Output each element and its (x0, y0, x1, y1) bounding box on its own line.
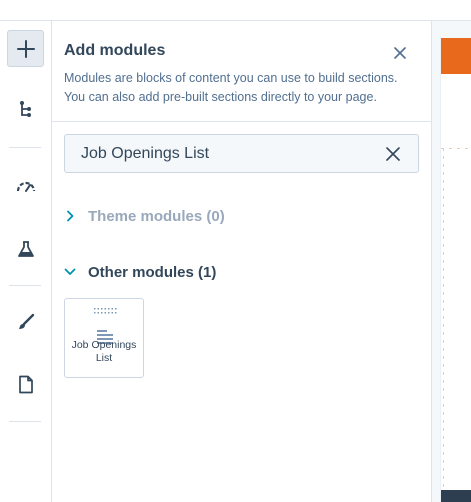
page-settings-button[interactable] (7, 366, 44, 403)
close-icon (394, 47, 406, 59)
layers-tree-button[interactable] (7, 91, 44, 128)
add-modules-button[interactable] (7, 30, 44, 67)
panel-title: Add modules (64, 42, 166, 59)
rail-divider (9, 285, 41, 286)
add-modules-panel: Add modules Modules are blocks of conten… (52, 21, 431, 502)
panel-description: Modules are blocks of content you can us… (64, 71, 398, 104)
module-search-box (64, 134, 419, 173)
brush-icon (18, 313, 34, 329)
preview-canvas[interactable] (440, 38, 471, 502)
module-card-label: Job Openings List (71, 339, 137, 364)
page-preview (431, 21, 471, 502)
test-button[interactable] (7, 230, 44, 267)
left-tool-rail (0, 21, 52, 502)
section-label: Theme modules (0) (88, 207, 225, 225)
preview-header-accent (441, 38, 471, 74)
other-modules-section-toggle[interactable]: Other modules (1) (64, 261, 419, 283)
clear-search-button[interactable] (383, 144, 403, 164)
top-bar (0, 0, 471, 21)
chevron-right-icon (64, 210, 76, 222)
preview-section-outline (441, 148, 471, 502)
chevron-down-icon (64, 266, 76, 278)
page-icon (18, 375, 33, 394)
design-button[interactable] (7, 303, 44, 340)
plus-icon (16, 39, 35, 58)
module-card-job-openings-list[interactable]: Job Openings List (64, 298, 144, 378)
gauge-icon (16, 181, 35, 192)
section-label: Other modules (1) (88, 263, 217, 281)
drag-handle-icon (94, 308, 117, 314)
module-search-input[interactable] (81, 135, 371, 172)
optimize-button[interactable] (7, 167, 44, 204)
flask-icon (17, 240, 34, 257)
close-panel-button[interactable] (390, 43, 410, 63)
theme-modules-section-toggle[interactable]: Theme modules (0) (64, 205, 419, 227)
close-icon (386, 147, 400, 161)
preview-footer (441, 490, 471, 502)
tree-structure-icon (19, 100, 31, 117)
panel-header: Add modules Modules are blocks of conten… (52, 21, 431, 122)
rail-divider (9, 421, 41, 422)
rail-divider (9, 147, 41, 148)
